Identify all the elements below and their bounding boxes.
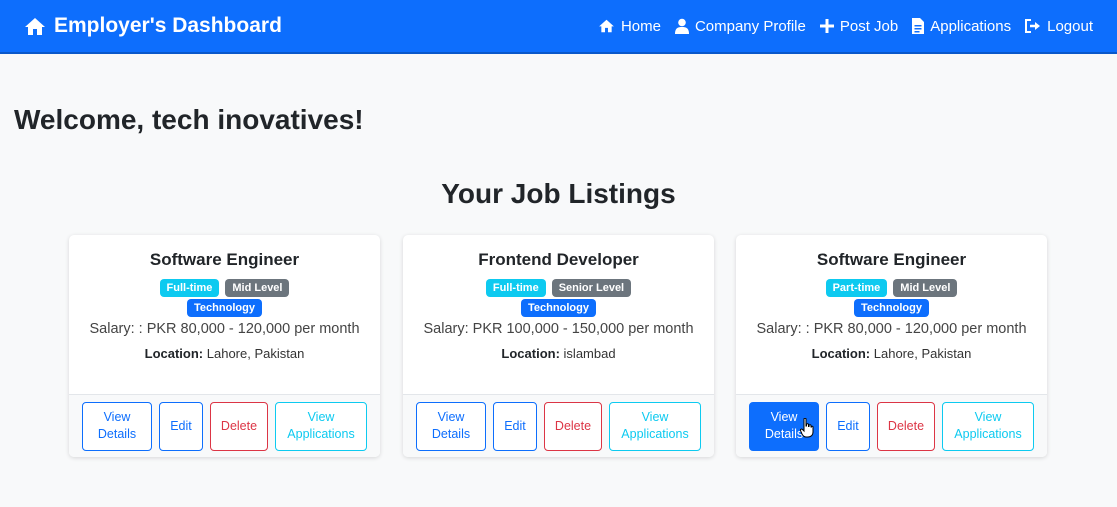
job-level-badge: Mid Level <box>225 279 290 297</box>
navbar: Employer's Dashboard Home Company Profil… <box>0 0 1117 54</box>
edit-button[interactable]: Edit <box>159 401 203 451</box>
job-level-badge: Senior Level <box>551 279 632 297</box>
location-label: Location: <box>811 346 871 361</box>
nav-home-label: Home <box>620 17 661 35</box>
job-card-actions: View Details Edit Delete View Applications <box>69 394 380 457</box>
nav-post-job-label: Post Job <box>839 17 899 35</box>
delete-button[interactable]: Delete <box>210 401 268 451</box>
job-badges: Part-time Mid Level <box>736 279 1047 297</box>
job-card: Software Engineer Full-time Mid Level Te… <box>69 235 380 457</box>
job-badges: Full-time Senior Level <box>403 279 714 297</box>
job-card: Frontend Developer Full-time Senior Leve… <box>403 235 714 457</box>
nav-logout-label: Logout <box>1047 17 1093 35</box>
job-card: Software Engineer Part-time Mid Level Te… <box>736 235 1047 457</box>
view-details-button[interactable]: View Details <box>82 401 152 451</box>
nav-links: Home Company Profile Post Job Applicatio… <box>584 18 1093 35</box>
location-label: Location: <box>144 346 204 361</box>
location-value: Lahore, Pakistan <box>873 346 972 361</box>
hand-pointer-icon <box>800 418 814 438</box>
view-applications-button[interactable]: View Applications <box>942 401 1034 451</box>
job-title: Frontend Developer <box>478 250 639 269</box>
home-icon <box>25 17 45 35</box>
view-applications-button[interactable]: View Applications <box>275 401 367 451</box>
user-icon <box>674 18 689 34</box>
welcome-heading: Welcome, tech inovatives! <box>14 104 364 135</box>
job-card-actions: View Details Edit Delete View Applications <box>403 394 714 457</box>
edit-button[interactable]: Edit <box>826 401 870 451</box>
edit-button[interactable]: Edit <box>493 401 537 451</box>
job-card-actions: View Details Edit Delete View Applications <box>736 394 1047 457</box>
nav-applications[interactable]: Applications <box>912 18 1011 35</box>
location-label: Location: <box>501 346 560 361</box>
home-icon <box>599 19 614 33</box>
job-badges: Full-time Mid Level <box>69 279 380 297</box>
job-card-body: Software Engineer Full-time Mid Level Te… <box>69 235 380 394</box>
brand-title: Employer's Dashboard <box>54 14 282 37</box>
brand[interactable]: Employer's Dashboard <box>24 14 282 38</box>
job-title: Software Engineer <box>816 250 967 269</box>
view-details-button[interactable]: View Details <box>416 401 486 451</box>
job-salary: Salary: : PKR 80,000 - 120,000 per month <box>89 321 360 337</box>
nav-applications-label: Applications <box>930 17 1012 35</box>
job-title: Software Engineer <box>149 250 300 269</box>
job-category-badge: Technology <box>521 299 596 317</box>
nav-company-profile[interactable]: Company Profile <box>674 17 806 35</box>
nav-logout[interactable]: Logout <box>1025 18 1093 35</box>
delete-button[interactable]: Delete <box>544 401 602 451</box>
nav-company-profile-label: Company Profile <box>694 17 806 35</box>
job-type-badge: Full-time <box>159 279 220 297</box>
location-value: islambad <box>563 346 616 361</box>
job-location: Location: Lahore, Pakistan <box>69 346 380 361</box>
location-value: Lahore, Pakistan <box>206 346 305 361</box>
nav-post-job[interactable]: Post Job <box>819 17 899 35</box>
job-type-badge: Part-time <box>825 279 888 297</box>
job-category-badge: Technology <box>854 299 929 317</box>
job-card-body: Software Engineer Part-time Mid Level Te… <box>736 235 1047 394</box>
job-salary: Salary: : PKR 80,000 - 120,000 per month <box>756 321 1027 337</box>
job-category-row: Technology <box>69 299 380 317</box>
job-category-row: Technology <box>403 299 714 317</box>
logout-icon <box>1025 19 1041 33</box>
job-type-badge: Full-time <box>485 279 546 297</box>
job-salary: Salary: PKR 100,000 - 150,000 per month <box>423 321 694 337</box>
job-category-badge: Technology <box>187 299 262 317</box>
delete-button[interactable]: Delete <box>877 401 935 451</box>
job-card-body: Frontend Developer Full-time Senior Leve… <box>403 235 714 394</box>
job-category-row: Technology <box>736 299 1047 317</box>
job-level-badge: Mid Level <box>893 279 958 297</box>
job-location: Location: islambad <box>403 346 714 361</box>
job-listings-title: Your Job Listings <box>441 178 676 209</box>
nav-home[interactable]: Home <box>598 18 661 35</box>
file-icon <box>912 18 925 34</box>
view-applications-button[interactable]: View Applications <box>609 401 701 451</box>
job-location: Location: Lahore, Pakistan <box>736 346 1047 361</box>
plus-icon <box>819 19 834 33</box>
